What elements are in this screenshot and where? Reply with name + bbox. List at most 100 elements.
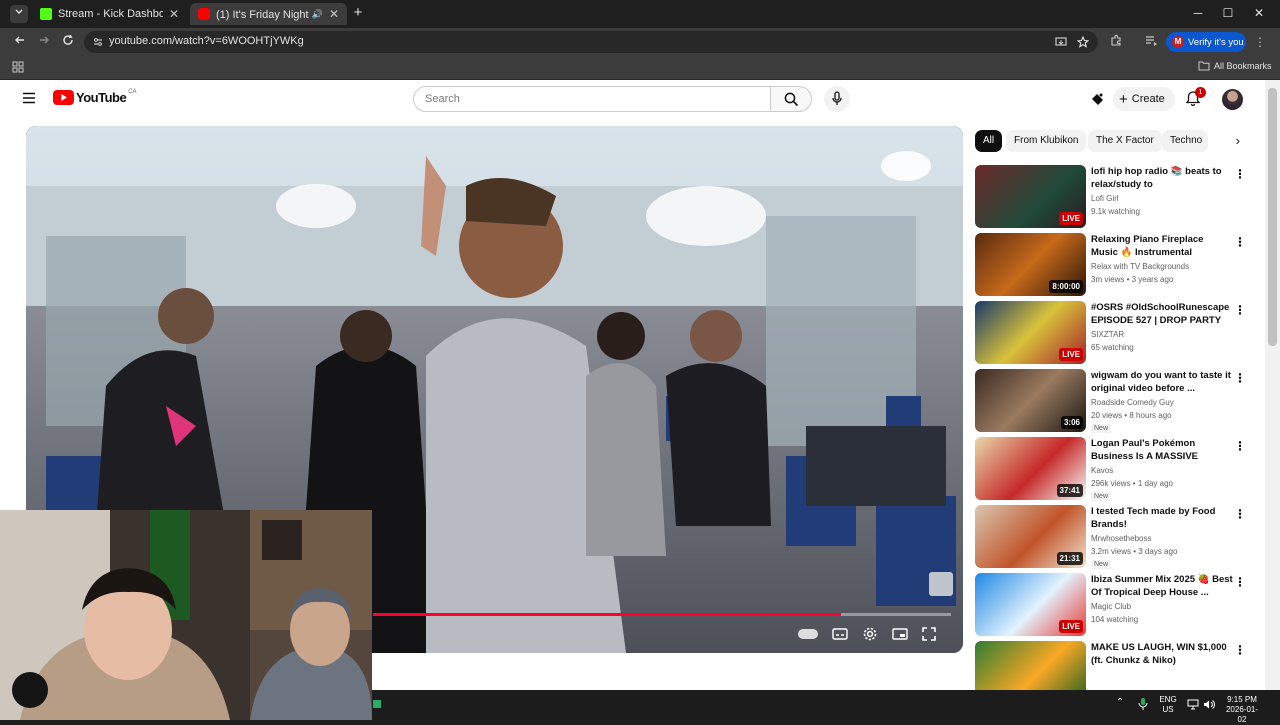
system-taskbar: ⌃ ENG US 9:15 PM 2026-01-02 [372, 690, 1280, 724]
channel-name[interactable]: Relax with TV Backgrounds [1091, 262, 1189, 271]
subtitles-icon[interactable] [832, 628, 848, 640]
media-controls-button[interactable] [1143, 34, 1159, 50]
more-options-icon[interactable]: ⋮ [1234, 235, 1246, 249]
channel-name[interactable]: Lofi Girl [1091, 194, 1119, 203]
gemini-assistant-icon[interactable] [1090, 92, 1105, 106]
video-thumbnail[interactable]: 37:41 [975, 437, 1086, 500]
channel-name[interactable]: Magic Club [1091, 602, 1131, 611]
video-thumbnail[interactable]: LIVE [975, 573, 1086, 636]
video-meta: 296k views • 1 day ago [1091, 479, 1173, 488]
bookmarks-bar: All Bookmarks [0, 56, 1280, 80]
more-options-icon[interactable]: ⋮ [1234, 303, 1246, 317]
voice-search-button[interactable] [824, 86, 850, 112]
miniplayer-icon[interactable] [892, 628, 908, 640]
microphone-tray-icon[interactable] [1138, 697, 1148, 711]
channel-watermark[interactable] [929, 572, 953, 596]
recommended-video[interactable]: 21:31 I tested Tech made by Food Brands! M… [975, 505, 1250, 571]
video-title[interactable]: wigwam do you want to taste it original … [1091, 369, 1233, 395]
forward-button[interactable] [36, 34, 52, 50]
address-bar[interactable]: youtube.com/watch?v=6WOOHTjYWKg [84, 31, 1098, 53]
volume-icon[interactable] [1203, 699, 1215, 710]
verify-profile-button[interactable]: M Verify it's you [1166, 32, 1246, 52]
duration-badge: 21:31 [1056, 552, 1083, 565]
install-app-icon[interactable] [1055, 36, 1067, 48]
recommended-video[interactable]: 8:00:00 Relaxing Piano Fireplace Music 🔥 … [975, 233, 1250, 299]
page-scrollbar[interactable] [1265, 80, 1280, 690]
youtube-region-code: CA [128, 88, 137, 95]
more-options-icon[interactable]: ⋮ [1234, 167, 1246, 181]
video-thumbnail[interactable]: 21:31 [975, 505, 1086, 568]
site-info-icon[interactable] [92, 36, 104, 48]
tab-search-button[interactable] [10, 5, 28, 23]
video-thumbnail[interactable]: LIVE [975, 165, 1086, 228]
fullscreen-icon[interactable] [922, 627, 936, 641]
video-title[interactable]: Ibiza Summer Mix 2025 🍓 Best Of Tropical… [1091, 573, 1233, 599]
channel-name[interactable]: Kavos [1091, 466, 1113, 475]
settings-gear-icon[interactable] [862, 626, 878, 642]
video-title[interactable]: lofi hip hop radio 📚 beats to relax/stud… [1091, 165, 1233, 191]
chip-techno[interactable]: Techno [1162, 130, 1208, 152]
maximize-button[interactable]: ☐ [1218, 4, 1238, 22]
more-options-icon[interactable]: ⋮ [1234, 439, 1246, 453]
chip-all[interactable]: All [975, 130, 1003, 152]
minimize-button[interactable]: ─ [1188, 4, 1208, 22]
video-thumbnail[interactable]: 8:00:00 [975, 233, 1086, 296]
apps-grid-icon[interactable] [12, 61, 24, 73]
video-thumbnail[interactable]: LIVE [975, 301, 1086, 364]
new-tab-button[interactable]: + [350, 5, 366, 21]
avatar[interactable] [1222, 89, 1243, 110]
back-button[interactable] [12, 34, 28, 50]
network-icon[interactable] [1187, 699, 1199, 710]
window-close-button[interactable]: ✕ [1249, 4, 1269, 22]
audio-playing-icon[interactable]: 🔊 [312, 9, 323, 20]
more-options-icon[interactable]: ⋮ [1234, 371, 1246, 385]
scrollbar-thumb[interactable] [1268, 88, 1277, 346]
video-thumbnail[interactable]: 3:06 [975, 369, 1086, 432]
video-title[interactable]: Relaxing Piano Fireplace Music 🔥 Instrum… [1091, 233, 1233, 259]
live-badge: LIVE [1059, 212, 1083, 225]
clock[interactable]: 9:15 PM 2026-01-02 [1222, 695, 1262, 725]
notifications-button[interactable]: 1 [1185, 87, 1206, 107]
chips-next-arrow-icon[interactable]: › [1212, 130, 1240, 152]
recommended-video[interactable]: 37:41 Logan Paul's Pokémon Business Is A … [975, 437, 1250, 503]
recommended-video[interactable]: LIVE Ibiza Summer Mix 2025 🍓 Best Of Trop… [975, 573, 1250, 639]
chip-from-klubikon[interactable]: From Klubikon [1006, 130, 1087, 152]
bookmark-star-icon[interactable] [1077, 36, 1089, 48]
more-options-icon[interactable]: ⋮ [1234, 507, 1246, 521]
search-button[interactable] [770, 86, 812, 112]
youtube-logo[interactable]: YouTube CA [53, 88, 137, 105]
channel-name[interactable]: Roadside Comedy Guy [1091, 398, 1174, 407]
video-title[interactable]: I tested Tech made by Food Brands! [1091, 505, 1233, 531]
show-hidden-icons-chevron-icon[interactable]: ⌃ [1116, 697, 1124, 708]
recommended-video[interactable]: LIVE lofi hip hop radio 📚 beats to relax/… [975, 165, 1250, 231]
recommended-video[interactable]: MAKE US LAUGH, WIN $1,000 (ft. Chunkz & … [975, 641, 1250, 690]
video-title[interactable]: Logan Paul's Pokémon Business Is A MASSI… [1091, 437, 1233, 463]
recommended-video[interactable]: 3:06 wigwam do you want to taste it origi… [975, 369, 1250, 435]
browser-menu-button[interactable]: ⋮ [1252, 34, 1268, 50]
hamburger-menu-icon[interactable] [22, 92, 36, 104]
playlist-icon [1145, 36, 1157, 46]
duration-badge: 8:00:00 [1049, 280, 1083, 293]
extensions-button[interactable] [1108, 34, 1124, 50]
video-thumbnail[interactable] [975, 641, 1086, 690]
language-indicator[interactable]: ENG US [1156, 695, 1180, 715]
tab-youtube[interactable]: (1) It's Friday Night 🥳 - Yo 🔊 ✕ [190, 3, 347, 25]
taskbar-app-icon[interactable] [373, 700, 381, 708]
more-options-icon[interactable]: ⋮ [1234, 575, 1246, 589]
channel-name[interactable]: SIXZTAR [1091, 330, 1124, 339]
tab-kick-dashboard[interactable]: Stream - Kick Dashboard ✕ [32, 3, 187, 25]
video-title[interactable]: MAKE US LAUGH, WIN $1,000 (ft. Chunkz & … [1091, 641, 1233, 667]
channel-name[interactable]: Mrwhosetheboss [1091, 534, 1151, 543]
chip-the-x-factor[interactable]: The X Factor [1088, 130, 1162, 152]
recommended-video[interactable]: LIVE #OSRS #OldSchoolRunescape EPISODE 52… [975, 301, 1250, 367]
create-button[interactable]: + Create [1113, 87, 1175, 111]
all-bookmarks-button[interactable]: All Bookmarks [1198, 61, 1272, 71]
more-options-icon[interactable]: ⋮ [1234, 643, 1246, 657]
autoplay-toggle[interactable] [798, 629, 818, 639]
tab-close-icon[interactable]: ✕ [169, 7, 179, 21]
tab-close-icon[interactable]: ✕ [329, 7, 339, 21]
video-title[interactable]: #OSRS #OldSchoolRunescape EPISODE 527 | … [1091, 301, 1233, 327]
video-progress-track[interactable] [373, 613, 951, 616]
reload-button[interactable] [60, 34, 76, 50]
search-input[interactable]: Search [413, 86, 771, 112]
